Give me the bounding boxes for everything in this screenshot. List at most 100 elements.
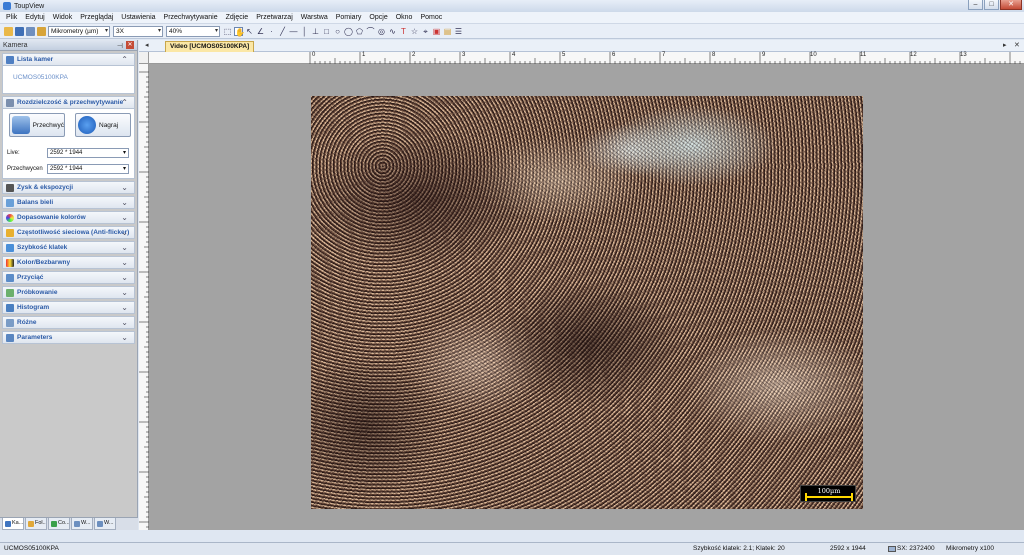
capture-header[interactable]: Rozdzielczość & przechwytywanie ⌃	[2, 96, 135, 109]
tab-window-2[interactable]: W...	[94, 518, 116, 530]
tab-folders[interactable]: Fol...	[25, 518, 47, 530]
zoom-select[interactable]: 40%	[166, 25, 220, 37]
scale-icon[interactable]: ▣	[432, 27, 441, 36]
expand-icon[interactable]: ⌄	[121, 333, 128, 342]
save-all-icon[interactable]	[26, 26, 35, 36]
section-histogram[interactable]: Histogram ⌄	[2, 301, 135, 314]
expand-icon[interactable]: ⌄	[121, 303, 128, 312]
expand-icon[interactable]: ⌄	[121, 318, 128, 327]
arc-icon[interactable]: ⌒	[366, 27, 375, 36]
calibrate-icon[interactable]: ⌖	[421, 27, 430, 36]
expand-icon[interactable]: ⌄	[121, 243, 128, 252]
tab-camera[interactable]: Ka...	[2, 518, 24, 530]
scale-bar-line	[805, 493, 853, 501]
section-color-mono[interactable]: Kolor/Bezbarwny ⌄	[2, 256, 135, 269]
export-icon[interactable]: ▤	[443, 27, 452, 36]
tab-scroll-right-icon[interactable]: ▸	[1003, 40, 1007, 52]
expand-icon[interactable]: ⌄	[121, 288, 128, 297]
pointer-icon[interactable]: ↖	[245, 27, 254, 36]
ellipse-icon[interactable]: ○	[333, 27, 342, 36]
line-icon[interactable]: ╱	[278, 27, 287, 36]
record-button[interactable]: Nagraj	[75, 113, 131, 137]
collapse-icon[interactable]: ⌃	[121, 55, 128, 64]
camera-list-item[interactable]: UCMOS05100KPA	[2, 66, 135, 94]
menu-opcje[interactable]: Opcje	[369, 14, 387, 21]
exposure-icon	[6, 183, 14, 192]
close-button[interactable]: ✕	[1000, 0, 1022, 10]
camera-list-header[interactable]: Lista kamer ⌃	[2, 53, 135, 66]
section-sampling[interactable]: Próbkowanie ⌄	[2, 286, 135, 299]
dot-icon[interactable]: ·	[267, 27, 276, 36]
expand-icon[interactable]: ⌄	[121, 213, 128, 222]
open-folder-icon[interactable]	[4, 26, 13, 36]
expand-icon[interactable]: ⌄	[121, 258, 128, 267]
pin-icon[interactable]: ⊣	[117, 42, 123, 50]
capture-button[interactable]: Przechwyć	[9, 113, 65, 137]
section-frame-rate[interactable]: Szybkość klatek ⌄	[2, 241, 135, 254]
section-color-adjust[interactable]: Dopasowanie kolorów ⌄	[2, 211, 135, 224]
live-resolution-select[interactable]: 2592 * 1944	[47, 148, 129, 158]
circle-icon[interactable]: ◯	[344, 27, 353, 36]
polygon-icon[interactable]: ⬠	[355, 27, 364, 36]
snapshot-icon	[12, 116, 30, 134]
ruler-label: 1	[362, 52, 366, 58]
star-icon[interactable]: ☆	[410, 27, 419, 36]
menu-przetwarzaj[interactable]: Przetwarzaj	[256, 14, 293, 21]
layers-icon[interactable]: ☰	[454, 27, 463, 36]
maximize-button[interactable]: □	[984, 0, 999, 10]
menu-przegladaj[interactable]: Przeglądaj	[80, 14, 113, 21]
color-wheel-icon	[6, 213, 14, 222]
curve-icon[interactable]: ∿	[388, 27, 397, 36]
objective-select[interactable]: 3X	[113, 25, 163, 37]
menu-widok[interactable]: Widok	[53, 14, 72, 21]
expand-icon[interactable]: ⌄	[121, 228, 128, 237]
menu-okno[interactable]: Okno	[396, 14, 413, 21]
menu-pomiary[interactable]: Pomiary	[336, 14, 362, 21]
microscope-live-image[interactable]	[311, 96, 863, 509]
sampling-icon	[6, 288, 14, 297]
tab-video[interactable]: Video [UCMOS05100KPA]	[165, 41, 255, 52]
perpendicular-icon[interactable]: ⊥	[311, 27, 320, 36]
expand-icon[interactable]: ⌄	[121, 273, 128, 282]
tab-window-1[interactable]: W...	[71, 518, 93, 530]
menu-pomoc[interactable]: Pomoc	[420, 14, 442, 21]
menu-warstwa[interactable]: Warstwa	[301, 14, 328, 21]
panel-header: Kamera ⊣ ✕	[0, 40, 137, 51]
menu-zdjecie[interactable]: Zdjęcie	[226, 14, 249, 21]
menu-edytuj[interactable]: Edytuj	[25, 14, 44, 21]
rectangle-icon[interactable]: □	[322, 27, 331, 36]
window-title: ToupView	[14, 2, 45, 10]
close-panel-icon[interactable]: ✕	[126, 41, 134, 49]
minimize-button[interactable]: –	[968, 0, 983, 10]
expand-icon[interactable]: ⌄	[121, 198, 128, 207]
save-icon[interactable]	[15, 26, 24, 36]
section-gain-exposure[interactable]: Zysk & ekspozycji ⌄	[2, 181, 135, 194]
browse-folder-icon[interactable]	[37, 26, 46, 36]
text-icon[interactable]: T	[399, 27, 408, 36]
menu-plik[interactable]: Plik	[6, 14, 17, 21]
toolbar: Mikrometry (µm) 3X 40% ⬚ ✋ ↖ ∠ · ╱ — │ ⊥…	[0, 24, 1024, 39]
horizontal-line-icon[interactable]: —	[289, 27, 298, 36]
section-parameters[interactable]: Parameters ⌄	[2, 331, 135, 344]
angle-icon[interactable]: ∠	[256, 27, 265, 36]
tab-control[interactable]: Co...	[48, 518, 70, 530]
section-white-balance[interactable]: Balans bieli ⌄	[2, 196, 135, 209]
unit-select[interactable]: Mikrometry (µm)	[48, 25, 110, 37]
menu-przechwytywanie[interactable]: Przechwytywanie	[164, 14, 218, 21]
section-anti-flicker[interactable]: Częstotliwość sieciowa (Anti-flicker) ⌄	[2, 226, 135, 239]
hand-pan-icon[interactable]: ✋	[234, 26, 245, 37]
collapsed-sections: Zysk & ekspozycji ⌄ Balans bieli ⌄ Dopasow…	[2, 181, 135, 344]
menu-ustawienia[interactable]: Ustawienia	[121, 14, 155, 21]
rectangle-select-icon[interactable]: ⬚	[223, 27, 232, 36]
scale-bar[interactable]: 100µm	[800, 485, 856, 502]
concentric-icon[interactable]: ◎	[377, 27, 386, 36]
section-misc[interactable]: Różne ⌄	[2, 316, 135, 329]
expand-icon[interactable]: ⌄	[121, 183, 128, 192]
tab-close-icon[interactable]: ✕	[1014, 40, 1020, 52]
section-crop[interactable]: Przyciąć ⌄	[2, 271, 135, 284]
snap-resolution-select[interactable]: 2592 * 1944	[47, 164, 129, 174]
vertical-line-icon[interactable]: │	[300, 27, 309, 36]
tab-scroll-left-icon[interactable]: ◂	[145, 40, 149, 52]
collapse-icon[interactable]: ⌃	[121, 98, 128, 107]
ruler-label: 4	[512, 52, 516, 58]
